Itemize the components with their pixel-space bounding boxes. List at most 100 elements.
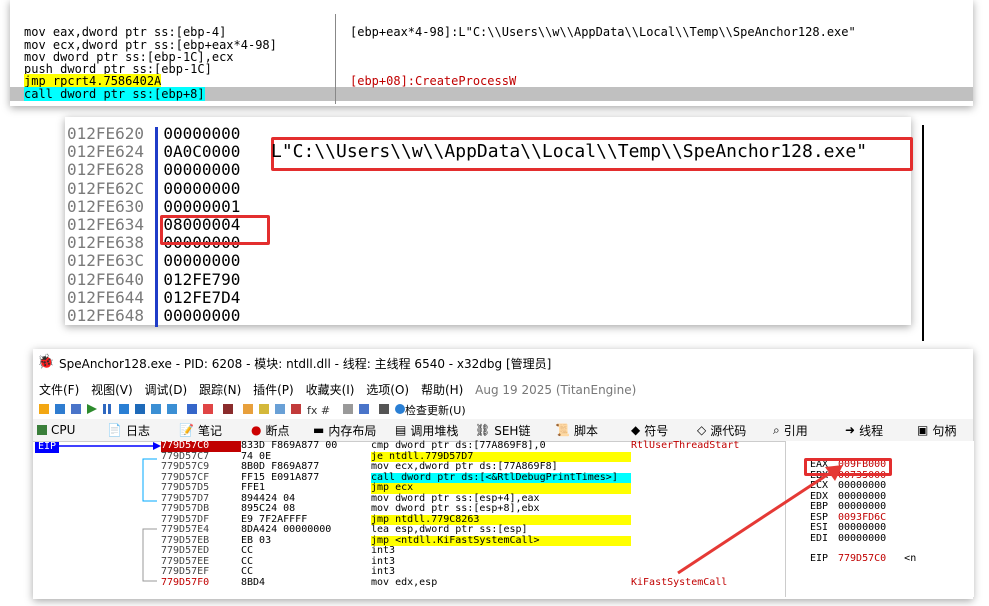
dump-address: 012FE638 [67,233,145,253]
dump-value: 012FE7D4 [163,287,241,307]
symbols-icon: ◆ [631,423,641,437]
eip-label: EIP [35,441,60,453]
seh-icon: ⛓ [475,423,491,437]
dump-address: 012FE624 [67,142,145,162]
dump-value: 00000001 [163,196,241,216]
disasm-bytes: 8DA424 00000000 [241,524,332,535]
menu-bar: 文件(F) 视图(V) 调试(D) 跟踪(N) 插件(P) 收藏夹(I) 选项(… [33,377,973,399]
dump-value: 00000000 [163,251,241,271]
threads-icon: ➜ [845,423,856,437]
check-update-button[interactable]: 检查更新(U) [405,402,466,418]
disasm-row[interactable]: 779D57C9 8B0D F869A877 mov ecx,dword ptr d… [161,461,739,473]
disasm-bytes: EB 03 [241,534,272,546]
comment-line: [ebp+08]:CreateProcessW [350,74,517,89]
disasm-address: 779D57C9 [161,461,210,472]
window-title: SpeAnchor128.exe - PID: 6208 - 模块: ntdll… [59,357,552,371]
menu-item[interactable]: 文件(F) [39,383,79,397]
disasm-instruction: cmp dword ptr ds:[77A869F8],0 [371,440,546,451]
toolbar-icons[interactable]: fx # [37,400,557,418]
stack-icon: ▤ [395,423,407,437]
dump-address: 012FE644 [67,287,145,307]
dump-value: 012FE790 [163,269,241,289]
tab-log[interactable]: 📄 日志 [107,421,150,439]
disasm-row[interactable]: 779D57E4 8DA424 00000000 lea esp,dword ptr… [161,524,739,536]
dump-row[interactable]: 012FE640 012FE790 [67,269,241,289]
dump-row[interactable]: 012FE62C 00000000 [67,178,241,198]
restart-icon [55,404,65,414]
dump-row[interactable]: 012FE620 00000000 [67,124,241,143]
disasm-row[interactable]: 779D57D5 FFE1 jmp ecx [161,482,739,494]
references-icon: ⌕ [773,422,780,437]
disasm-bytes: 8BD4 [241,576,266,588]
disasm-instruction: mov ecx,dword ptr ds:[77A869F8] [371,461,558,472]
tab-source[interactable]: ◇ 源代码 [697,421,746,439]
dump-row[interactable]: 012FE630 00000001 [67,196,241,216]
menu-item[interactable]: 调试(D) [145,383,188,397]
disasm-bytes: 8B0D F869A877 [241,461,320,472]
dump-value: 00000000 [163,178,241,198]
tab-handles[interactable]: ▣ 句柄 [917,421,956,439]
dump-address: 012FE620 [67,124,145,143]
x32dbg-window: 🐞 SpeAnchor128.exe - PID: 6208 - 模块: ntd… [33,349,974,599]
script-icon: 📜 [555,423,570,437]
menu-item[interactable]: 收藏夹(I) [306,383,355,397]
menu-item[interactable]: 视图(V) [91,383,133,397]
tab-symbols[interactable]: ◆ 符号 [631,421,668,439]
disasm-bytes: 895C24 08 [241,503,296,514]
tab-threads[interactable]: ➜ 线程 [845,421,883,439]
tab-seh[interactable]: ⛓ SEH链 [475,421,530,439]
tab-references[interactable]: ⌕ 引用 [773,421,808,439]
disasm-address: 779D57DB [161,503,210,514]
eip-arrow [59,442,161,582]
menu-item[interactable]: 插件(P) [253,383,294,397]
column-divider [335,14,336,104]
bug-icon: 🐞 [37,354,55,370]
disasm-address: 779D57ED [161,545,210,556]
unicode-string: L"C:\\Users\\w\\AppData\\Local\\Temp\\Sp… [271,141,868,162]
build-date: Aug 19 2025 (TitanEngine) [475,383,637,397]
code-line[interactable]: call dword ptr ss:[ebp+8] [24,86,205,101]
disasm-row[interactable]: 779D57ED CC int3 [161,545,739,557]
dump-row[interactable]: 012FE63C 00000000 [67,252,240,270]
menu-item[interactable]: 选项(O) [366,383,409,397]
window-titlebar: 🐞 SpeAnchor128.exe - PID: 6208 - 模块: ntd… [33,349,973,375]
source-icon: ◇ [697,423,707,437]
tab-bar: CPU 📄 日志 📝 笔记 ● 断点 ▬ 内存布局 ▤ 调用堆栈 ⛓ SEH链 📜 脚本 ◆ 符… [33,419,973,442]
dump-address: 012FE62C [67,178,145,198]
dump-row[interactable]: 012FE648 00000000 [67,306,240,325]
tab-script[interactable]: 📜 脚本 [555,421,598,439]
dump-value: 00000000 [163,160,241,180]
dump-address: 012FE630 [67,196,145,216]
dump-address: 012FE640 [67,269,145,289]
disasm-row[interactable]: 779D57C0 833D F869A877 00 cmp dword ptr ds… [161,440,739,452]
dump-row[interactable]: 012FE628 00000000 [67,161,240,179]
step-icon [119,404,129,414]
cpu-icon [37,425,47,435]
dump-value: 00000000 [163,124,241,143]
red-arrow [677,465,843,575]
tab-cpu[interactable]: CPU [37,421,75,439]
disasm-snippet-panel: mov eax,dword ptr ss:[ebp-4] mov ecx,dwo… [10,0,973,106]
disasm-bytes: 833D F869A877 00 [241,440,338,451]
tab-notes[interactable]: 📝 笔记 [179,421,222,439]
tab-call-stack[interactable]: ▤ 调用堆栈 [395,421,458,439]
disasm-instruction: lea esp,dword ptr ss:[esp] [371,524,528,535]
dump-row[interactable]: 012FE644 012FE7D4 [67,287,241,307]
disasm-address: 779D57D5 [161,482,210,493]
update-icon [395,404,405,414]
disasm-instruction: int3 [371,545,396,556]
dump-row[interactable]: 012FE624 0A0C0000 [67,143,240,161]
notes-icon: 📝 [179,423,194,437]
tab-breakpoints[interactable]: ● 断点 [251,421,290,439]
disasm-row[interactable]: 779D57DB 895C24 08 mov dword ptr ss:[esp+8… [161,503,739,515]
memory-dump-panel: 012FE620 00000000 012FE624 0A0C0000 012FE6… [65,117,913,327]
menu-item[interactable]: 跟踪(N) [199,383,241,397]
disasm-address: 779D57F0 [161,576,210,588]
menu-item[interactable]: 帮助(H) [421,383,463,397]
disasm-bytes: CC [241,555,254,567]
disasm-row[interactable]: 779D57F0 8BD4 mov edx,esp KiFastSystemCall [161,576,739,589]
disasm-address: 779D57EF [161,566,210,577]
comment-column: [ebp+eax*4-98]:L"C:\\Users\\w\\AppData\\… [350,26,856,87]
disasm-address: 779D57C0 [161,440,241,452]
tab-memory-map[interactable]: ▬ 内存布局 [313,421,376,439]
